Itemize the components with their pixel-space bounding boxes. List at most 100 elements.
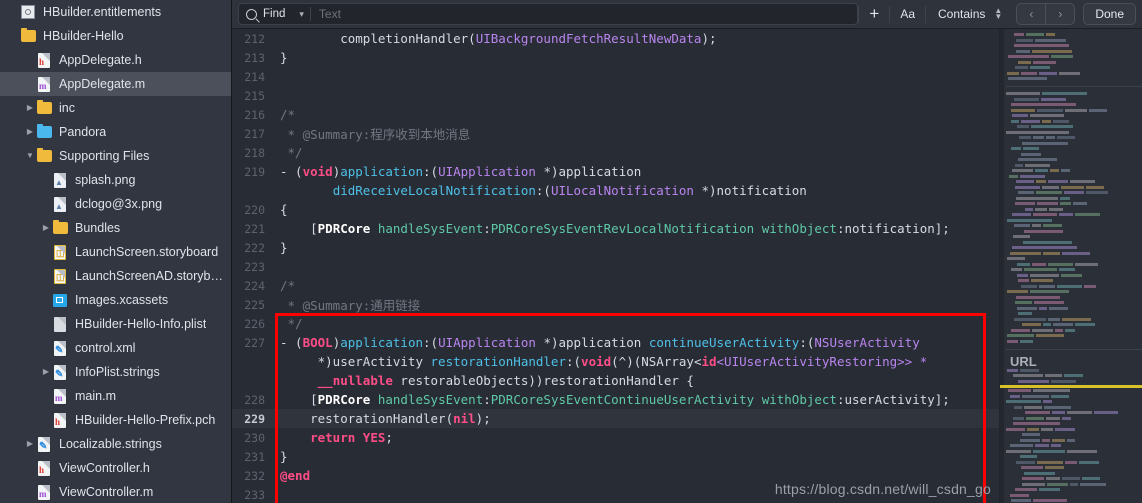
file-tree-item[interactable]: ✎ control.xml — [0, 336, 232, 360]
chevron-right-icon[interactable]: ▶ — [40, 368, 52, 376]
file-tree-item[interactable]: m AppDelegate.m — [0, 72, 232, 96]
file-tree-item-label: HBuilder.entitlements — [43, 5, 162, 19]
code-line[interactable]: 227 - (BOOL)application:(UIApplication *)… — [232, 333, 999, 352]
code-line[interactable]: 214 — [232, 67, 999, 86]
code-line[interactable]: 228 [PDRCore handleSysEvent:PDRCoreSysEv… — [232, 390, 999, 409]
add-search-button[interactable]: + — [859, 3, 889, 25]
minimap-line — [1000, 207, 1142, 212]
project-navigator-sidebar[interactable]: HBuilder.entitlements HBuilder-Hello h AppD… — [0, 0, 232, 503]
find-field[interactable]: Find ▾ — [238, 3, 859, 25]
find-scope-selector[interactable]: Find ▾ — [239, 8, 310, 20]
code-line[interactable]: 231} — [232, 447, 999, 466]
code-line-content: /* — [280, 278, 296, 293]
file-tree[interactable]: HBuilder.entitlements HBuilder-Hello h AppD… — [0, 0, 232, 503]
file-tree-item-label: dclogo@3x.png — [75, 197, 163, 211]
file-tree-item[interactable]: ▲ dclogo@3x.png — [0, 192, 232, 216]
minimap-line — [1000, 136, 1142, 140]
minimap-line — [1000, 152, 1142, 157]
file-tree-item[interactable]: m ViewController.m — [0, 480, 232, 503]
file-tree-item-label: AppDelegate.m — [59, 77, 146, 91]
minimap-line — [1000, 427, 1142, 432]
code-line[interactable]: 225 * @Summary:通用链接 — [232, 295, 999, 314]
code-line[interactable]: 230 return YES; — [232, 428, 999, 447]
file-tree-item[interactable]: HBuilder.entitlements — [0, 0, 232, 24]
code-line[interactable]: 221 [PDRCore handleSysEvent:PDRCoreSysEv… — [232, 219, 999, 238]
minimap-line — [1000, 466, 1142, 470]
code-editor[interactable]: 212 completionHandler(UIBackgroundFetchR… — [232, 29, 999, 503]
line-number: 223 — [244, 259, 265, 274]
chevron-right-icon[interactable]: ▶ — [24, 128, 36, 136]
watermark-text: https://blog.csdn.net/will_csdn_go — [774, 481, 991, 497]
file-tree-item[interactable]: ▶ Bundles — [0, 216, 232, 240]
code-line[interactable]: 224 /* — [232, 276, 999, 295]
stepper-updown-icon[interactable]: ▲ ▼ — [994, 7, 1002, 21]
file-tree-item-label: splash.png — [75, 173, 136, 187]
minimap-line — [1000, 273, 1142, 278]
minimap-line — [1000, 130, 1142, 135]
minimap-line — [1000, 257, 1142, 261]
chevron-right-icon[interactable]: ▶ — [24, 440, 36, 448]
code-line-content: */ — [280, 145, 303, 160]
find-previous-button[interactable]: ‹ — [1017, 4, 1045, 24]
code-line[interactable]: 229 restorationHandler(nil); — [232, 409, 999, 428]
done-button[interactable]: Done — [1083, 3, 1136, 25]
code-line[interactable]: *)userActivity restorationHandler:(void(… — [232, 352, 999, 371]
file-tree-item[interactable]: ◫ LaunchScreen.storyboard — [0, 240, 232, 264]
chevron-right-icon[interactable]: ▶ — [24, 104, 36, 112]
file-tree-item[interactable]: ▶ Pandora — [0, 120, 232, 144]
line-number: 217 — [244, 126, 265, 141]
code-line[interactable]: 220 { — [232, 200, 999, 219]
file-tree-item[interactable]: ▶ inc — [0, 96, 232, 120]
code-line[interactable]: 223 — [232, 257, 999, 276]
chevron-down-icon[interactable]: ▼ — [24, 152, 36, 160]
file-tree-item[interactable]: ▶ ✎ Localizable.strings — [0, 432, 232, 456]
code-line[interactable]: 215 — [232, 86, 999, 105]
find-toolbar[interactable]: Find ▾ + Aa Contains ▲▼ ‹ › Done — [232, 0, 1142, 29]
code-line[interactable]: 212 completionHandler(UIBackgroundFetchR… — [232, 29, 999, 48]
minimap-line — [1000, 334, 1142, 338]
find-nav-group[interactable]: ‹ › — [1016, 3, 1076, 25]
code-line[interactable]: 226 */ — [232, 314, 999, 333]
code-line[interactable]: 216 /* — [232, 105, 999, 124]
file-tree-item[interactable]: ▼ Supporting Files — [0, 144, 232, 168]
code-line-content: } — [280, 449, 288, 464]
line-number: 220 — [244, 202, 265, 217]
chevron-down-icon[interactable]: ▾ — [299, 9, 304, 19]
file-tree-item[interactable]: HBuilder-Hello — [0, 24, 232, 48]
header-file-icon: h — [36, 460, 53, 476]
file-tree-item[interactable]: ▲ splash.png — [0, 168, 232, 192]
code-line[interactable]: didReceiveLocalNotification:(UILocalNoti… — [232, 181, 999, 200]
file-tree-item[interactable]: HBuilder-Hello-Info.plist — [0, 312, 232, 336]
chevron-right-icon[interactable]: ▶ — [40, 224, 52, 232]
minimap-line — [1000, 312, 1142, 316]
code-line[interactable]: 213} — [232, 48, 999, 67]
match-mode-label: Contains — [938, 7, 986, 21]
file-tree-item[interactable]: h HBuilder-Hello-Prefix.pch — [0, 408, 232, 432]
minimap-line — [1000, 471, 1142, 476]
match-case-button[interactable]: Aa — [890, 3, 925, 25]
file-tree-item[interactable]: h AppDelegate.h — [0, 48, 232, 72]
code-minimap[interactable]: URL — [999, 29, 1142, 503]
find-next-button[interactable]: › — [1045, 4, 1074, 24]
code-line[interactable]: 218 */ — [232, 143, 999, 162]
file-tree-item[interactable]: m main.m — [0, 384, 232, 408]
minimap-line — [1000, 235, 1142, 239]
file-tree-item[interactable]: Images.xcassets — [0, 288, 232, 312]
png-file-icon: ▲ — [52, 196, 69, 212]
file-tree-item[interactable]: h ViewController.h — [0, 456, 232, 480]
minimap-line — [1000, 97, 1142, 102]
code-line[interactable]: 217 * @Summary:程序收到本地消息 — [232, 124, 999, 143]
code-line[interactable]: 219 - (void)application:(UIApplication *)… — [232, 162, 999, 181]
file-tree-item[interactable]: ▶ ✎ InfoPlist.strings — [0, 360, 232, 384]
code-line[interactable]: 222} — [232, 238, 999, 257]
file-tree-item-label: InfoPlist.strings — [75, 365, 160, 379]
minimap-line — [1000, 477, 1142, 481]
file-tree-item[interactable]: ◫ LaunchScreenAD.storyboard — [0, 264, 232, 288]
line-number: 214 — [244, 69, 265, 84]
minimap-line — [1000, 268, 1142, 272]
code-line[interactable]: __nullable restorableObjects))restoratio… — [232, 371, 999, 390]
minimap-line — [1000, 103, 1142, 107]
png-file-icon: ▲ — [52, 172, 69, 188]
match-mode-select[interactable]: Contains ▲ ▼ — [926, 3, 1010, 25]
search-input[interactable] — [310, 7, 858, 21]
